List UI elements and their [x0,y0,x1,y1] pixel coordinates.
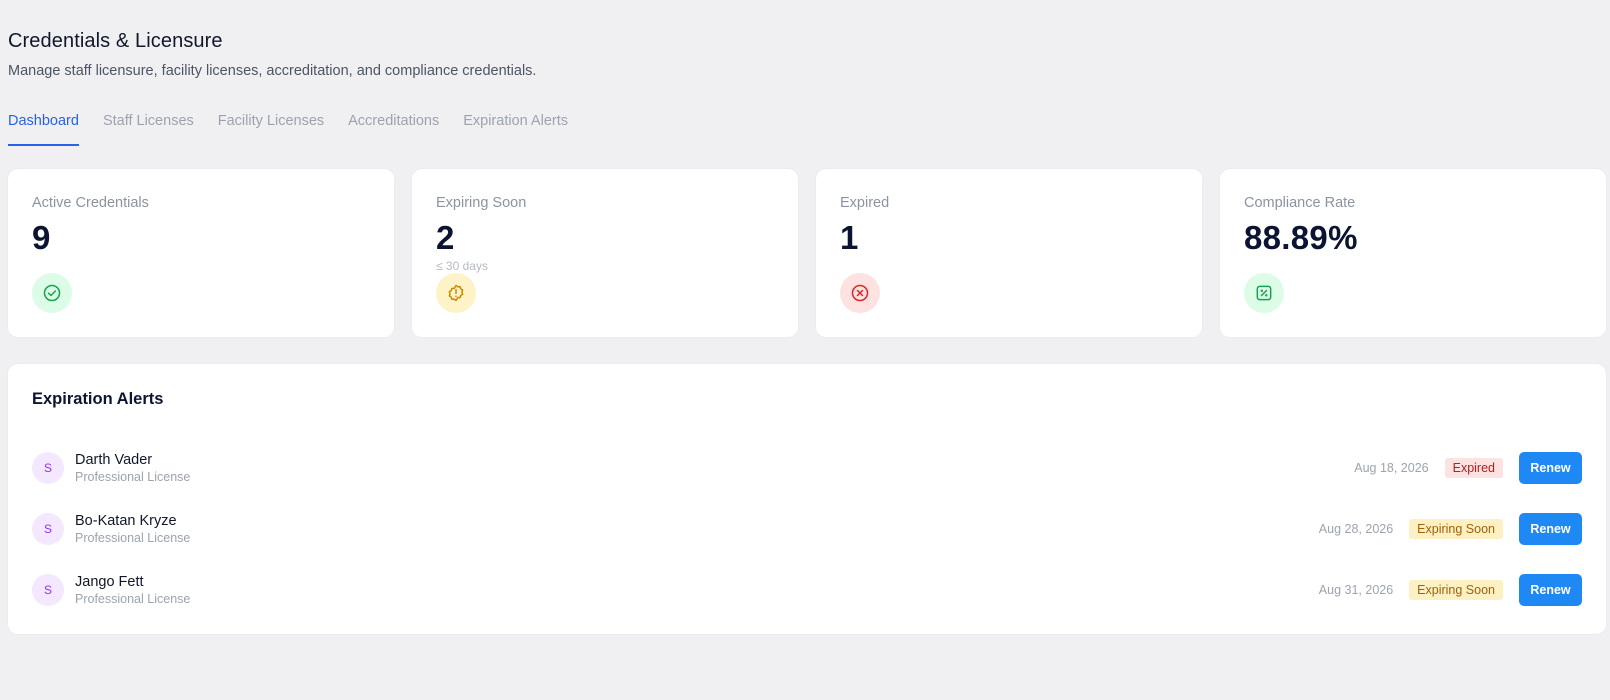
tab-facility-licenses[interactable]: Facility Licenses [218,110,324,146]
status-badge: Expiring Soon [1409,518,1503,539]
alert-badge-icon [436,273,476,313]
stat-subtext: ≤ 30 days [436,259,488,273]
stat-card-compliance: Compliance Rate 88.89% [1220,169,1606,337]
tab-staff-licenses[interactable]: Staff Licenses [103,110,194,146]
avatar: S [32,451,64,484]
tab-dashboard[interactable]: Dashboard [8,110,79,146]
expiration-date: Aug 18, 2026 [1354,460,1429,475]
stat-card-active: Active Credentials 9 [8,169,394,337]
stat-value: 1 [840,219,859,256]
license-type: Professional License [75,530,191,545]
x-circle-icon [840,273,880,313]
stat-value: 88.89% [1244,219,1358,256]
list-item: S Darth Vader Professional License Aug 1… [32,437,1582,498]
staff-name: Bo-Katan Kryze [75,512,177,529]
stat-label: Compliance Rate [1244,195,1356,211]
renew-button[interactable]: Renew [1519,451,1582,484]
panel-title: Expiration Alerts [32,390,164,408]
alert-text: Darth Vader Professional License [75,452,190,484]
list-item: S Jango Fett Professional License Aug 31… [32,559,1582,620]
stat-cards: Active Credentials 9 Expiring Soon 2 ≤ 3… [8,169,1606,337]
stat-card-expired: Expired 1 [816,169,1202,337]
stat-value: 2 [436,219,455,256]
alert-actions: Aug 18, 2026 Expired Renew [1354,451,1582,484]
avatar: S [32,512,64,545]
renew-button[interactable]: Renew [1519,512,1582,545]
alert-actions: Aug 28, 2026 Expiring Soon Renew [1318,512,1582,545]
stat-label: Expired [840,195,890,211]
staff-name: Jango Fett [75,573,144,590]
tab-expiration-alerts[interactable]: Expiration Alerts [463,110,568,146]
expiration-date: Aug 31, 2026 [1318,582,1394,597]
page-title: Credentials & Licensure [8,30,223,52]
expiration-alerts-panel: Expiration Alerts S Darth Vader Professi… [8,364,1606,634]
stat-label: Active Credentials [32,195,149,211]
stat-value: 9 [32,219,51,256]
expiration-date: Aug 28, 2026 [1318,521,1394,536]
credentials-page: Credentials & Licensure Manage staff lic… [0,0,1610,700]
tab-bar: Dashboard Staff Licenses Facility Licens… [8,110,592,146]
list-item: S Bo-Katan Kryze Professional License Au… [32,498,1582,559]
renew-button[interactable]: Renew [1519,573,1582,606]
stat-label: Expiring Soon [436,195,527,211]
status-badge: Expiring Soon [1409,579,1503,600]
alert-list: S Darth Vader Professional License Aug 1… [32,437,1582,620]
status-badge: Expired [1444,457,1503,478]
alert-actions: Aug 31, 2026 Expiring Soon Renew [1318,573,1582,606]
staff-name: Darth Vader [75,451,153,468]
license-type: Professional License [75,469,191,484]
alert-text: Bo-Katan Kryze Professional License [75,513,190,545]
check-circle-icon [32,273,72,313]
tab-accreditations[interactable]: Accreditations [348,110,439,146]
alert-text: Jango Fett Professional License [75,574,190,606]
percent-square-icon [1244,273,1284,313]
license-type: Professional License [75,591,191,606]
avatar: S [32,573,64,606]
page-subtitle: Manage staff licensure, facility license… [8,63,537,79]
stat-card-expiring: Expiring Soon 2 ≤ 30 days [412,169,798,337]
